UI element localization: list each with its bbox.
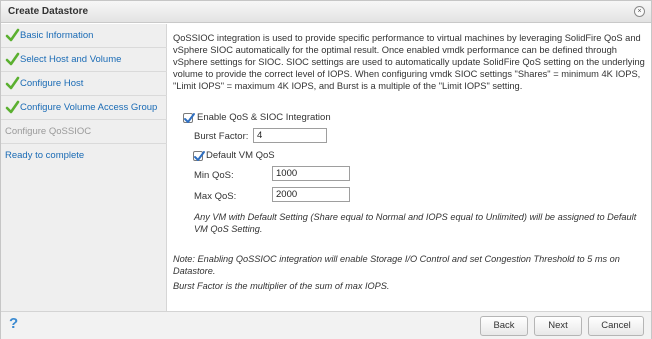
sidebar-item-basic-information[interactable]: Basic Information: [1, 24, 167, 48]
cancel-button[interactable]: Cancel: [588, 316, 644, 336]
sioc-note: Note: Enabling QoSSIOC integration will …: [173, 254, 620, 276]
back-button[interactable]: Back: [480, 316, 528, 336]
checkmark-icon: [5, 76, 20, 91]
qossioc-description: QoSSIOC integration is used to provide s…: [173, 33, 645, 91]
sidebar-item-configure-host[interactable]: Configure Host: [1, 72, 167, 96]
default-vm-qos-note: Any VM with Default Setting (Share equal…: [194, 212, 637, 234]
sidebar-item-label: Basic Information: [20, 30, 94, 41]
sidebar-item-label: Configure QoSSIOC: [5, 126, 92, 137]
max-qos-input[interactable]: [272, 187, 350, 202]
sidebar-item-label: Ready to complete: [5, 150, 85, 161]
sidebar-item-select-host-and-volume[interactable]: Select Host and Volume: [1, 48, 167, 72]
burst-factor-label: Burst Factor:: [194, 131, 249, 142]
max-qos-label: Max QoS:: [194, 191, 237, 202]
sidebar-item-ready-to-complete[interactable]: Ready to complete: [1, 144, 167, 168]
min-qos-label: Min QoS:: [194, 170, 234, 181]
dialog-footer: ? Back Next Cancel: [1, 311, 651, 339]
wizard-steps-sidebar: Basic Information Select Host and Volume…: [1, 24, 167, 311]
sidebar-item-label: Configure Host: [20, 78, 84, 89]
enable-qos-label: Enable QoS & SIOC Integration: [197, 112, 331, 123]
sidebar-item-configure-qossioc: Configure QoSSIOC: [1, 120, 167, 144]
checkmark-icon: [5, 28, 20, 43]
help-icon[interactable]: ?: [9, 315, 18, 332]
dialog-titlebar: Create Datastore ×: [1, 1, 651, 23]
create-datastore-dialog: Create Datastore × Basic Information Sel…: [0, 0, 652, 339]
sidebar-item-label: Select Host and Volume: [20, 54, 122, 65]
burst-factor-input[interactable]: [253, 128, 327, 143]
default-vm-qos-checkbox[interactable]: [193, 151, 205, 161]
close-icon[interactable]: ×: [634, 6, 645, 17]
sidebar-item-configure-volume-access-group[interactable]: Configure Volume Access Group: [1, 96, 167, 120]
sidebar-item-label: Configure Volume Access Group: [20, 102, 158, 113]
next-button[interactable]: Next: [534, 316, 582, 336]
default-vm-qos-label: Default VM QoS: [206, 150, 275, 161]
burst-factor-note: Burst Factor is the multiplier of the su…: [173, 281, 390, 291]
checkmark-icon: [5, 100, 20, 115]
min-qos-input[interactable]: [272, 166, 350, 181]
checkmark-icon: [5, 52, 20, 67]
enable-qos-checkbox[interactable]: [183, 113, 195, 123]
dialog-title: Create Datastore: [8, 6, 89, 17]
